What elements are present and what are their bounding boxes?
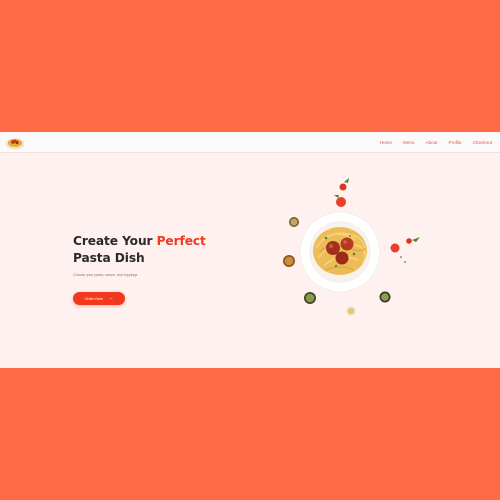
- nav-menu-link[interactable]: Menu: [403, 140, 415, 145]
- pasta-bowl-icon[interactable]: [5, 135, 25, 150]
- hero-title-accent: Perfect: [156, 234, 206, 248]
- hero-title-line2: Pasta Dish: [73, 251, 145, 265]
- nav-profile-link[interactable]: Profile: [449, 140, 462, 145]
- nav-home-link[interactable]: Home: [380, 140, 392, 145]
- arrow-right-icon: →: [108, 295, 114, 301]
- navbar: Home Menu About Profile Checkout: [0, 132, 500, 153]
- pasta-dish-illustration: [283, 178, 420, 316]
- nav-checkout-link[interactable]: Checkout: [473, 140, 492, 145]
- nav-links: Home Menu About Profile Checkout: [380, 132, 492, 153]
- nav-about-link[interactable]: About: [426, 140, 438, 145]
- order-now-label: Order Now: [84, 296, 103, 301]
- order-now-button[interactable]: Order Now →: [73, 292, 125, 305]
- hero-subtitle: Choose your pasta, sauce, and toppings: [73, 273, 138, 277]
- website-frame: Home Menu About Profile Checkout Create …: [0, 132, 500, 368]
- hero-title-part1: Create Your: [73, 234, 157, 248]
- hero-title: Create Your Perfect Pasta Dish: [73, 233, 206, 267]
